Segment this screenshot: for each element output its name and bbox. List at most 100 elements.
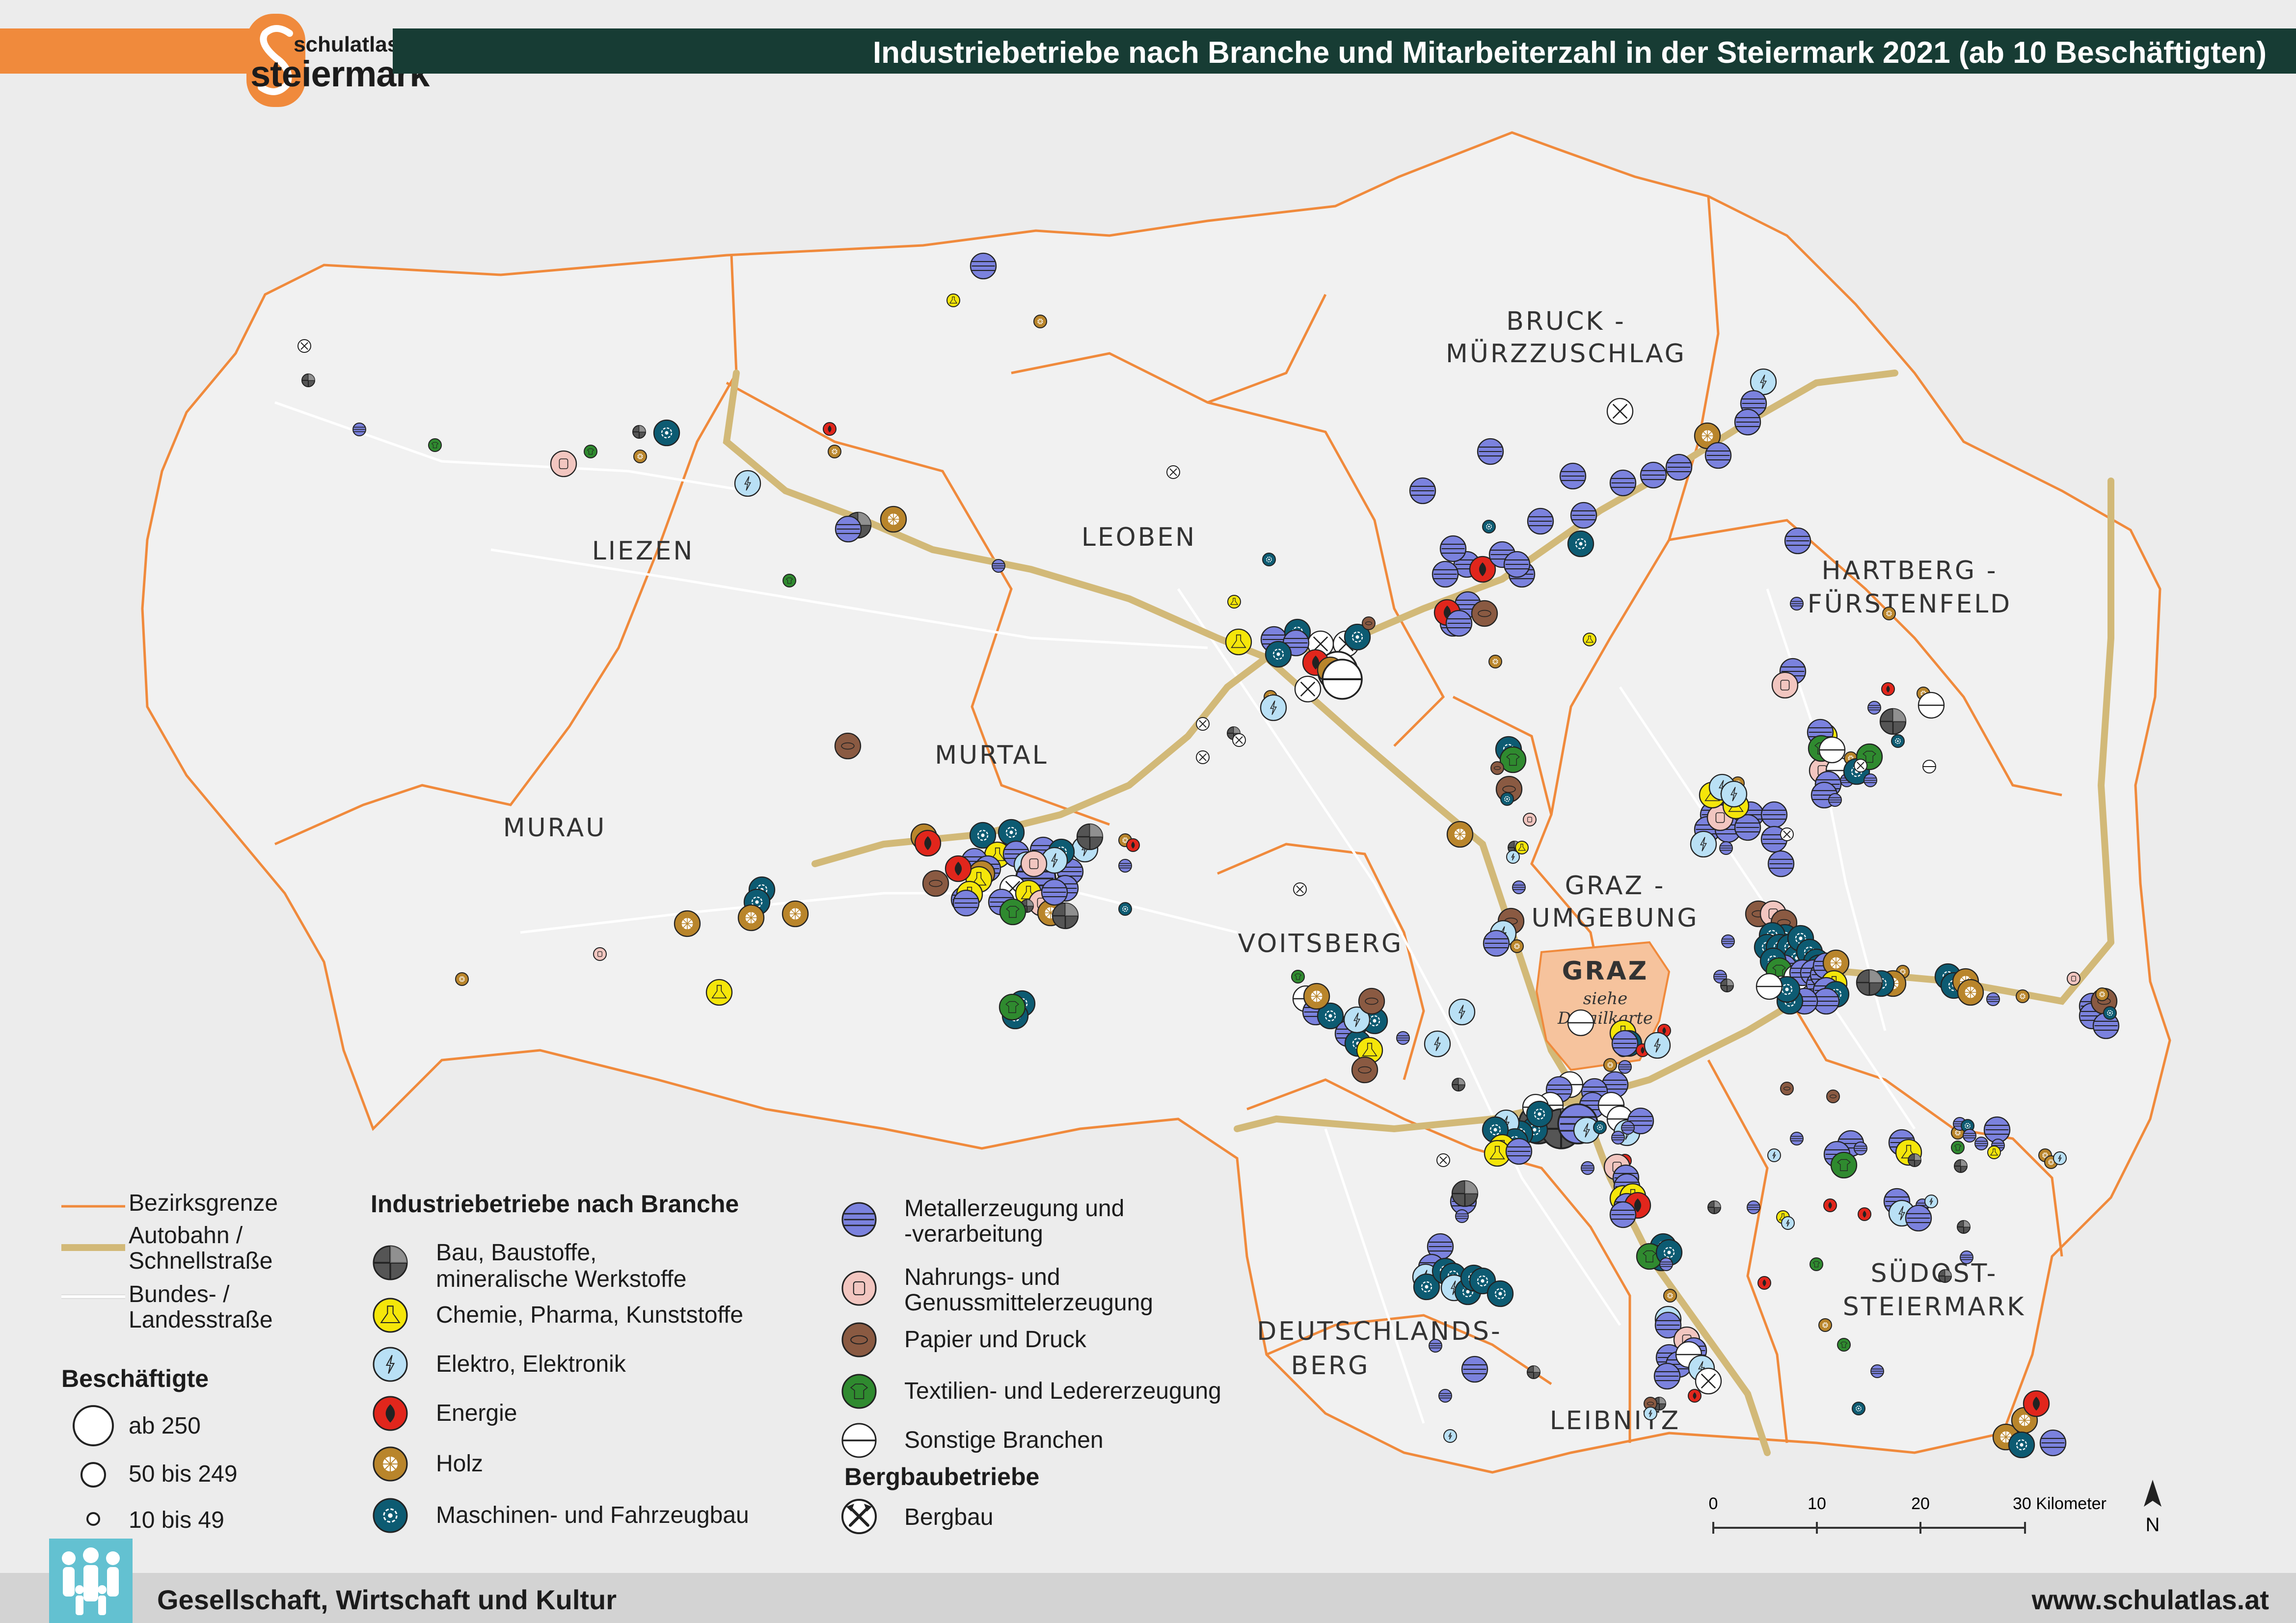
- sawblade-icon: [1818, 1318, 1832, 1332]
- lightning-icon: [1690, 830, 1717, 858]
- branch-label: Genussmittelerzeugung: [904, 1290, 1153, 1316]
- paper-roll-icon: [1351, 1056, 1378, 1084]
- hammers-icon: [1780, 827, 1794, 841]
- metal-bars-icon: [970, 252, 997, 280]
- footer-website-link[interactable]: www.schulatlas.at: [2032, 1584, 2269, 1616]
- lightning-icon: [1720, 780, 1748, 808]
- branch-label: Sonstige Branchen: [904, 1427, 1104, 1453]
- flask-icon: [705, 979, 733, 1006]
- hammers-icon: [297, 339, 311, 353]
- metal-bars-icon: [1974, 1137, 1988, 1150]
- district-border-swatch: [61, 1205, 125, 1208]
- gear-icon: [1852, 1402, 1865, 1415]
- metal-bars-icon: [1503, 551, 1531, 578]
- district-label-graz-umgebung-2: UMGEBUNG: [1531, 904, 1699, 933]
- line-icon: [841, 1423, 877, 1458]
- size-legend-title: Beschäftigte: [61, 1365, 209, 1392]
- gear-legend-symbol: [373, 1498, 408, 1533]
- legend: Bezirksgrenze Autobahn / Schnellstraße B…: [0, 1168, 1301, 1551]
- district-label-liezen: LIEZEN: [592, 536, 695, 566]
- metal-bars-icon: [1721, 934, 1735, 948]
- city-note-1: siehe: [1583, 989, 1627, 1009]
- branch-label: Energie: [436, 1400, 517, 1426]
- north-arrow-icon: N: [2144, 1480, 2161, 1536]
- can-icon: [550, 450, 577, 478]
- branch-label: -verarbeitung: [904, 1221, 1043, 1247]
- hammers-icon: [1606, 398, 1634, 425]
- metal-bars-icon: [1784, 527, 1811, 555]
- paper-roll-icon: [1358, 987, 1385, 1015]
- line-icon: [1322, 659, 1363, 700]
- sawblade-icon: [1303, 983, 1330, 1010]
- scale-tick: 10: [1808, 1494, 1826, 1513]
- lightning-icon: [1260, 694, 1287, 721]
- district-label-voitsberg: VOITSBERG: [1238, 929, 1404, 958]
- branch-label: mineralische Werkstoffe: [436, 1266, 687, 1292]
- metal-bars-icon: [1963, 1129, 1976, 1143]
- metal-bars-icon: [1618, 1060, 1632, 1074]
- district-label-murau: MURAU: [503, 813, 607, 843]
- north-label: N: [2146, 1514, 2160, 1536]
- sawblade-icon: [1882, 607, 1896, 620]
- flame-icon: [823, 422, 837, 436]
- lightning-icon: [734, 470, 761, 497]
- line-icon: [1567, 1009, 1594, 1037]
- hammers-icon: [1695, 1367, 1722, 1395]
- metal-bars-icon: [1790, 597, 1804, 611]
- flask-icon: [946, 293, 960, 307]
- branch-label: Elektro, Elektronik: [436, 1351, 626, 1377]
- metal-bars-icon: [1790, 1132, 1804, 1145]
- scale-tick: 30 Kilometer: [2013, 1494, 2107, 1513]
- can-icon: [2067, 972, 2080, 985]
- cross-quarter-icon: [632, 425, 646, 439]
- district-label-graz-umgebung-1: GRAZ -: [1565, 871, 1666, 901]
- people-icon: [49, 1539, 133, 1623]
- legend-line-label: Bundes- /: [129, 1281, 230, 1307]
- size-label: ab 250: [129, 1413, 201, 1439]
- sawblade-icon: [880, 506, 907, 533]
- district-label-bruck-2: MÜRZZUSCHLAG: [1446, 339, 1686, 369]
- district-label-leibnitz: LEIBNITZ: [1550, 1406, 1680, 1436]
- paper-roll-icon: [1471, 600, 1498, 627]
- line-icon: [1918, 692, 1945, 719]
- paper-roll-icon: [834, 732, 862, 760]
- sawblade-icon: [455, 972, 469, 986]
- line-icon: [1922, 760, 1936, 773]
- branch-label: Bau, Baustoffe,: [436, 1240, 597, 1266]
- sawblade-icon: [1488, 655, 1502, 668]
- footer-category: Gesellschaft, Wirtschaft und Kultur: [157, 1584, 617, 1615]
- metal-bars-icon: [1653, 1362, 1681, 1390]
- metal-bars-icon: [1864, 773, 1877, 787]
- city-label-graz: GRAZ: [1562, 957, 1649, 986]
- cross-quarter-icon: [301, 373, 315, 387]
- scale-bar: 0 10 20 30 Kilometer: [1709, 1494, 2107, 1534]
- metal-bars-icon: [1760, 801, 1788, 828]
- hammers-icon: [1436, 1153, 1450, 1167]
- mining-label: Bergbau: [904, 1504, 994, 1530]
- hammers-icon: [1232, 733, 1246, 747]
- can-icon: [593, 947, 607, 961]
- sawblade-icon: [1033, 315, 1047, 328]
- metal-bars-icon: [1429, 1339, 1442, 1353]
- lightning-icon: [1644, 1032, 1671, 1059]
- scale-tick: 0: [1709, 1494, 1718, 1513]
- can-legend-symbol: [841, 1271, 877, 1306]
- metal-bars-icon: [352, 423, 366, 436]
- line-icon: [1818, 736, 1846, 764]
- district-label-deutschlandsberg-2: BERG: [1291, 1351, 1370, 1381]
- hammers-icon: [1166, 465, 1180, 479]
- district-label-hartberg-1: HARTBERG -: [1821, 556, 1998, 585]
- metal-bars-icon: [1512, 880, 1526, 894]
- district-label-suedost-2: STEIERMARK: [1843, 1292, 2026, 1322]
- sawblade-icon: [1446, 821, 1474, 848]
- sawblade-icon: [2016, 989, 2029, 1003]
- paper-roll-icon: [1780, 1082, 1794, 1095]
- shirt-icon: [1810, 1257, 1823, 1271]
- paper-roll-icon: [841, 1322, 877, 1357]
- gear-icon: [2008, 1431, 2035, 1459]
- gear-icon: [373, 1498, 408, 1533]
- legend-line-label: Bezirksgrenze: [129, 1190, 278, 1216]
- flame-icon: [914, 829, 942, 857]
- sawblade-legend-symbol: [373, 1446, 408, 1482]
- size-label: 50 bis 249: [129, 1461, 238, 1487]
